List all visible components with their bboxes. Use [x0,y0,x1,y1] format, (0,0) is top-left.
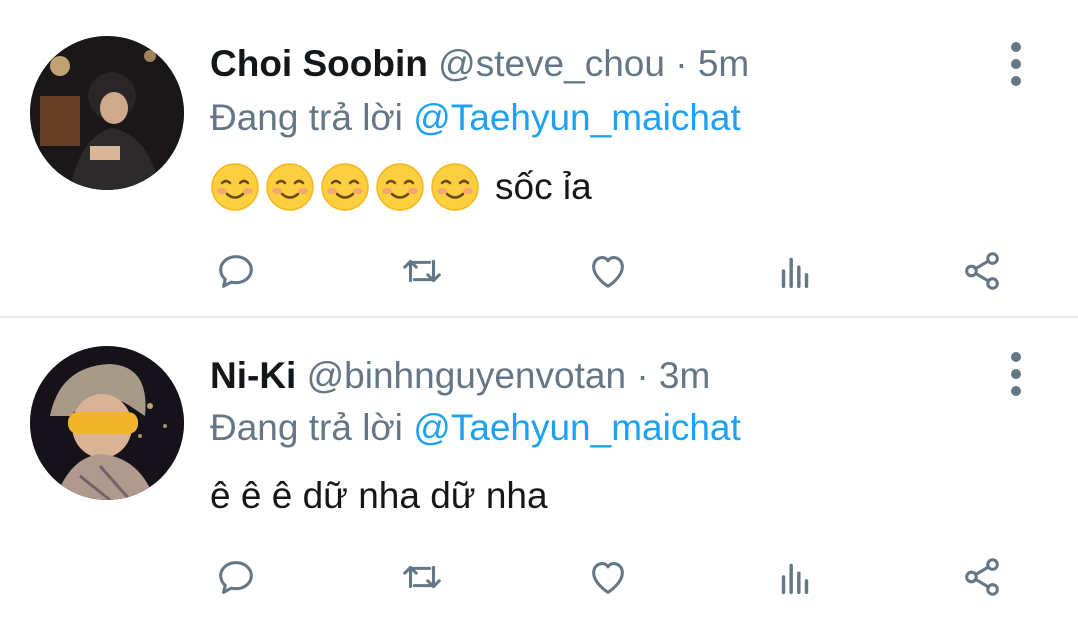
separator: · [636,355,649,396]
more-vertical-icon [1011,59,1021,69]
retweet-icon [403,259,441,283]
smiling-face-emoji [265,162,315,212]
retweet-button[interactable] [397,246,447,296]
more-options-button[interactable] [1002,42,1030,86]
display-name[interactable]: Choi Soobin [210,43,428,84]
tweet-header: Choi Soobin @steve_chou · 5m [210,40,749,88]
reply-button[interactable] [211,246,261,296]
reply-context: Đang trả lời @Taehyun_maichat [210,94,741,142]
timestamp[interactable]: 5m [698,43,749,84]
reply-prefix: Đang trả lời [210,407,403,448]
more-options-button[interactable] [1002,352,1030,396]
more-vertical-icon [1011,369,1021,379]
avatar-image [30,36,184,190]
share-button[interactable] [957,246,1007,296]
analytics-icon [781,563,809,595]
tweet-body-text: ê ê ê dữ nha dữ nha [210,475,548,516]
reply-icon [219,255,253,288]
tweet-actions [0,552,1078,602]
analytics-button[interactable] [770,246,820,296]
display-name[interactable]: Ni-Ki [210,355,296,396]
tweet-header: Ni-Ki @binhnguyenvotan · 3m [210,352,710,400]
more-vertical-icon [1011,386,1021,396]
tweet-text: ê ê ê dữ nha dữ nha [210,472,548,520]
reply-context: Đang trả lời @Taehyun_maichat [210,404,741,452]
more-vertical-icon [1011,42,1021,52]
heart-icon [592,256,624,288]
smiling-face-emoji [375,162,425,212]
smiling-face-emoji [320,162,370,212]
tweet-item[interactable]: Ni-Ki @binhnguyenvotan · 3m Đang trả lời… [0,318,1078,624]
tweet-actions [0,246,1078,296]
analytics-button[interactable] [770,552,820,602]
tweet-item[interactable]: Choi Soobin @steve_chou · 5m Đang trả lờ… [0,0,1078,316]
user-handle[interactable]: @steve_chou [438,43,665,84]
tweet-text: sốc ỉa [210,162,592,212]
retweet-button[interactable] [397,552,447,602]
reply-icon [219,561,253,594]
share-icon [965,558,999,596]
reply-button[interactable] [211,552,261,602]
analytics-icon [781,257,809,289]
separator: · [675,43,688,84]
smiling-face-emoji [430,162,480,212]
heart-icon [592,562,624,594]
tweet-body-text: sốc ỉa [495,166,592,207]
timestamp[interactable]: 3m [659,355,710,396]
retweet-icon [403,565,441,589]
smiling-face-emoji [210,162,260,212]
user-handle[interactable]: @binhnguyenvotan [307,355,626,396]
share-icon [965,252,999,290]
reply-mention-link[interactable]: @Taehyun_maichat [413,97,741,138]
avatar[interactable] [30,36,184,190]
like-button[interactable] [583,552,633,602]
avatar[interactable] [30,346,184,500]
more-vertical-icon [1011,352,1021,362]
reply-prefix: Đang trả lời [210,97,403,138]
like-button[interactable] [583,246,633,296]
more-vertical-icon [1011,76,1021,86]
share-button[interactable] [957,552,1007,602]
avatar-image [30,346,184,500]
reply-mention-link[interactable]: @Taehyun_maichat [413,407,741,448]
